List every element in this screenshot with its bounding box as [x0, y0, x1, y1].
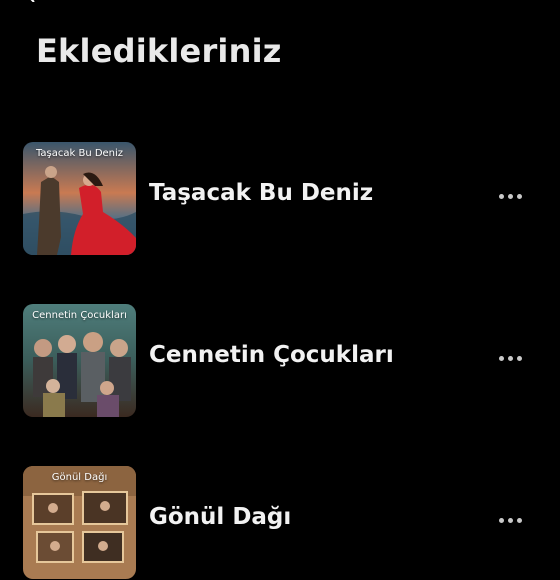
poster-thumbnail[interactable]: Gönül Dağı [23, 466, 136, 579]
poster-caption: Cennetin Çocukları [32, 310, 127, 321]
page-title: Ekledikleriniz [36, 32, 282, 70]
poster-caption: Taşacak Bu Deniz [35, 148, 124, 159]
poster-caption: Gönül Dağı [51, 472, 108, 483]
back-chevron-icon[interactable] [26, 0, 36, 2]
list-item[interactable]: Cennetin Çocukları Cennetin Çocukları [0, 304, 560, 418]
more-horizontal-icon [498, 193, 504, 199]
poster-thumbnail[interactable]: Cennetin Çocukları [23, 304, 136, 417]
item-title[interactable]: Taşacak Bu Deniz [149, 180, 373, 206]
more-options-button[interactable] [490, 510, 530, 530]
more-horizontal-icon [498, 355, 504, 361]
more-options-button[interactable] [490, 186, 530, 206]
item-title[interactable]: Gönül Dağı [149, 504, 291, 530]
item-title[interactable]: Cennetin Çocukları [149, 342, 394, 368]
poster-thumbnail[interactable]: Taşacak Bu Deniz [23, 142, 136, 255]
more-options-button[interactable] [490, 348, 530, 368]
list-item[interactable]: Gönül Dağı Gönül Dağı [0, 466, 560, 580]
more-horizontal-icon [498, 517, 504, 523]
list-item[interactable]: Taşacak Bu Deniz Taşacak Bu Deniz [0, 142, 560, 256]
